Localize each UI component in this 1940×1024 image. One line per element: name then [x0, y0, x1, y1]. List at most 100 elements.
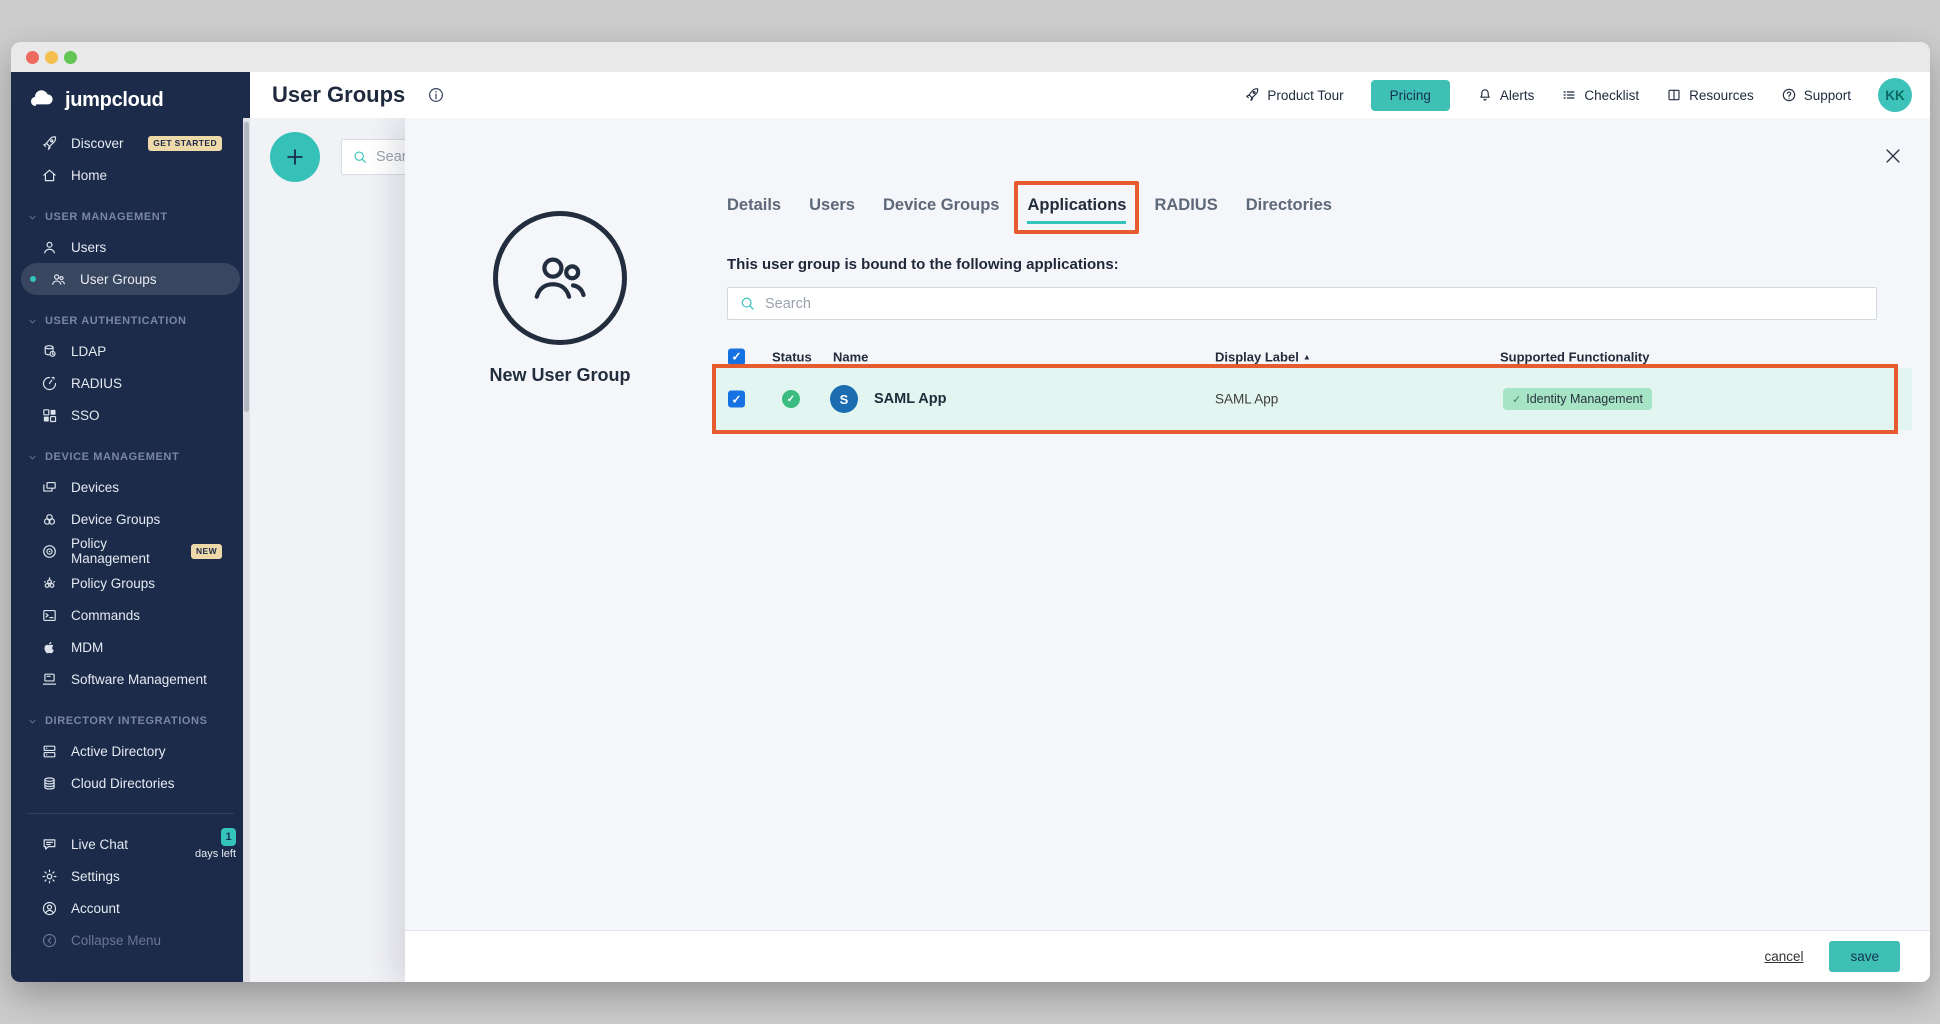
sidebar-item-user-groups[interactable]: User Groups [21, 263, 240, 295]
sidebar-item-software-management[interactable]: Software Management [11, 663, 250, 695]
minimize-window-button[interactable] [45, 51, 58, 64]
sidebar-section-directory-integrations[interactable]: DIRECTORY INTEGRATIONS [11, 707, 250, 735]
column-header-display-label[interactable]: Display Label▲ [1215, 349, 1311, 364]
sidebar-item-device-groups[interactable]: Device Groups [11, 503, 250, 535]
sidebar-item-label: Settings [71, 869, 120, 884]
sidebar-item-label: Device Groups [71, 512, 160, 527]
collapse-icon [41, 932, 58, 949]
sort-ascending-icon: ▲ [1303, 352, 1311, 361]
app-avatar: S [830, 385, 858, 413]
group-name: New User Group [430, 365, 690, 386]
policy-icon [41, 543, 58, 560]
sidebar-item-label: Users [71, 240, 106, 255]
sidebar-item-sso[interactable]: SSO [11, 399, 250, 431]
topbar-action-pricing[interactable]: Pricing [1371, 80, 1450, 111]
checkmark-icon: ✓ [731, 393, 741, 405]
sidebar-item-users[interactable]: Users [11, 231, 250, 263]
select-all-checkbox[interactable]: ✓ [728, 348, 745, 365]
sidebar-badge: NEW [191, 544, 222, 559]
sidebar-item-discover[interactable]: Discover GET STARTED [11, 127, 250, 159]
tab-details[interactable]: Details [727, 194, 781, 217]
panel-footer: cancel save [405, 930, 1930, 982]
cloud-logo-icon [27, 85, 57, 115]
tab-directories[interactable]: Directories [1246, 194, 1332, 217]
sidebar-item-policy-management[interactable]: Policy Management NEW [11, 535, 250, 567]
sidebar-item-live-chat[interactable]: Live Chat 1 days left [11, 828, 250, 860]
sidebar-footer: Live Chat 1 days left Settings Account [11, 828, 250, 956]
topbar-action-checklist[interactable]: Checklist [1561, 87, 1639, 103]
jumpcloud-logo[interactable]: jumpcloud [11, 72, 250, 115]
application-row-saml-app[interactable]: ✓ ✓ S SAML App SAML App ✓ Identity Manag… [716, 368, 1912, 430]
commands-icon [41, 607, 58, 624]
row-checkbox[interactable]: ✓ [728, 391, 745, 408]
user-group-detail-panel: Details Users Device Groups Applications RAD… [405, 118, 1930, 982]
radius-icon [41, 375, 58, 392]
checkmark-icon: ✓ [731, 351, 741, 363]
gear-icon [41, 868, 58, 885]
topbar-action-support[interactable]: Support [1781, 87, 1851, 103]
sidebar-item-label: Collapse Menu [71, 933, 161, 948]
sidebar-scrollbar-thumb[interactable] [244, 122, 249, 412]
sidebar-section-user-authentication[interactable]: USER AUTHENTICATION [11, 307, 250, 335]
sidebar-item-cloud-directories[interactable]: Cloud Directories [11, 767, 250, 799]
sidebar-item-ldap[interactable]: LDAP [11, 335, 250, 367]
chevron-icon [27, 716, 38, 727]
sidebar-item-home[interactable]: Home [11, 159, 250, 191]
sidebar-item-mdm[interactable]: MDM [11, 631, 250, 663]
sidebar-item-label: Commands [71, 608, 140, 623]
sidebar-item-settings[interactable]: Settings [11, 860, 250, 892]
applications-description: This user group is bound to the followin… [727, 256, 1119, 273]
user-group-icon [50, 271, 67, 288]
main-area: User Groups Product Tour Pricing [250, 72, 1930, 982]
sidebar-item-radius[interactable]: RADIUS [11, 367, 250, 399]
tab-radius[interactable]: RADIUS [1154, 194, 1217, 217]
column-header-supported-functionality[interactable]: Supported Functionality [1500, 349, 1650, 364]
sidebar-item-policy-groups[interactable]: Policy Groups [11, 567, 250, 599]
zoom-window-button[interactable] [64, 51, 77, 64]
app-display-label: SAML App [1215, 392, 1278, 407]
sidebar-item-label: Policy Management [71, 536, 178, 566]
plus-icon [284, 146, 306, 168]
sidebar-item-label: Account [71, 901, 120, 916]
applications-search [727, 287, 1877, 320]
account-icon [41, 900, 58, 917]
user-icon [41, 239, 58, 256]
info-icon[interactable] [427, 86, 445, 104]
cancel-button[interactable]: cancel [1764, 949, 1803, 964]
topbar-action-product-tour[interactable]: Product Tour [1244, 87, 1343, 103]
policy-group-icon [41, 575, 58, 592]
home-icon [41, 167, 58, 184]
close-panel-button[interactable] [1882, 145, 1904, 167]
sidebar-item-devices[interactable]: Devices [11, 471, 250, 503]
add-user-group-button[interactable] [270, 132, 320, 182]
column-header-status[interactable]: Status [772, 349, 812, 364]
topbar-action-alerts[interactable]: Alerts [1477, 87, 1535, 103]
app-body: jumpcloud Discover GET STARTED [11, 72, 1930, 982]
content-area: Details Users Device Groups Applications RAD… [250, 118, 1930, 982]
active-directory-icon [41, 743, 58, 760]
sidebar-item-collapse-menu[interactable]: Collapse Menu [11, 924, 250, 956]
save-button[interactable]: save [1829, 941, 1900, 972]
close-window-button[interactable] [26, 51, 39, 64]
sidebar-item-active-directory[interactable]: Active Directory [11, 735, 250, 767]
user-group-icon [493, 211, 627, 345]
sidebar-section-user-management[interactable]: USER MANAGEMENT [11, 203, 250, 231]
tab-device-groups[interactable]: Device Groups [883, 194, 999, 217]
sidebar-item-label: Discover [71, 136, 124, 151]
rocket-icon [1244, 87, 1260, 103]
topbar-action-resources[interactable]: Resources [1666, 87, 1754, 103]
sidebar-item-commands[interactable]: Commands [11, 599, 250, 631]
topbar-actions: Product Tour Pricing Alerts Checklist [1244, 80, 1851, 111]
app-window: jumpcloud Discover GET STARTED [11, 42, 1930, 982]
sidebar-item-account[interactable]: Account [11, 892, 250, 924]
tab-applications[interactable]: Applications [1027, 194, 1126, 217]
chevron-icon [27, 212, 38, 223]
user-avatar[interactable]: KK [1878, 78, 1912, 112]
sidebar-section-device-management[interactable]: DEVICE MANAGEMENT [11, 443, 250, 471]
sidebar: jumpcloud Discover GET STARTED [11, 72, 250, 982]
applications-search-input[interactable] [765, 296, 1865, 312]
panel-tabs: Details Users Device Groups Applications RAD… [727, 194, 1332, 217]
column-header-name[interactable]: Name [833, 349, 868, 364]
tab-users[interactable]: Users [809, 194, 855, 217]
sidebar-item-label: Policy Groups [71, 576, 155, 591]
